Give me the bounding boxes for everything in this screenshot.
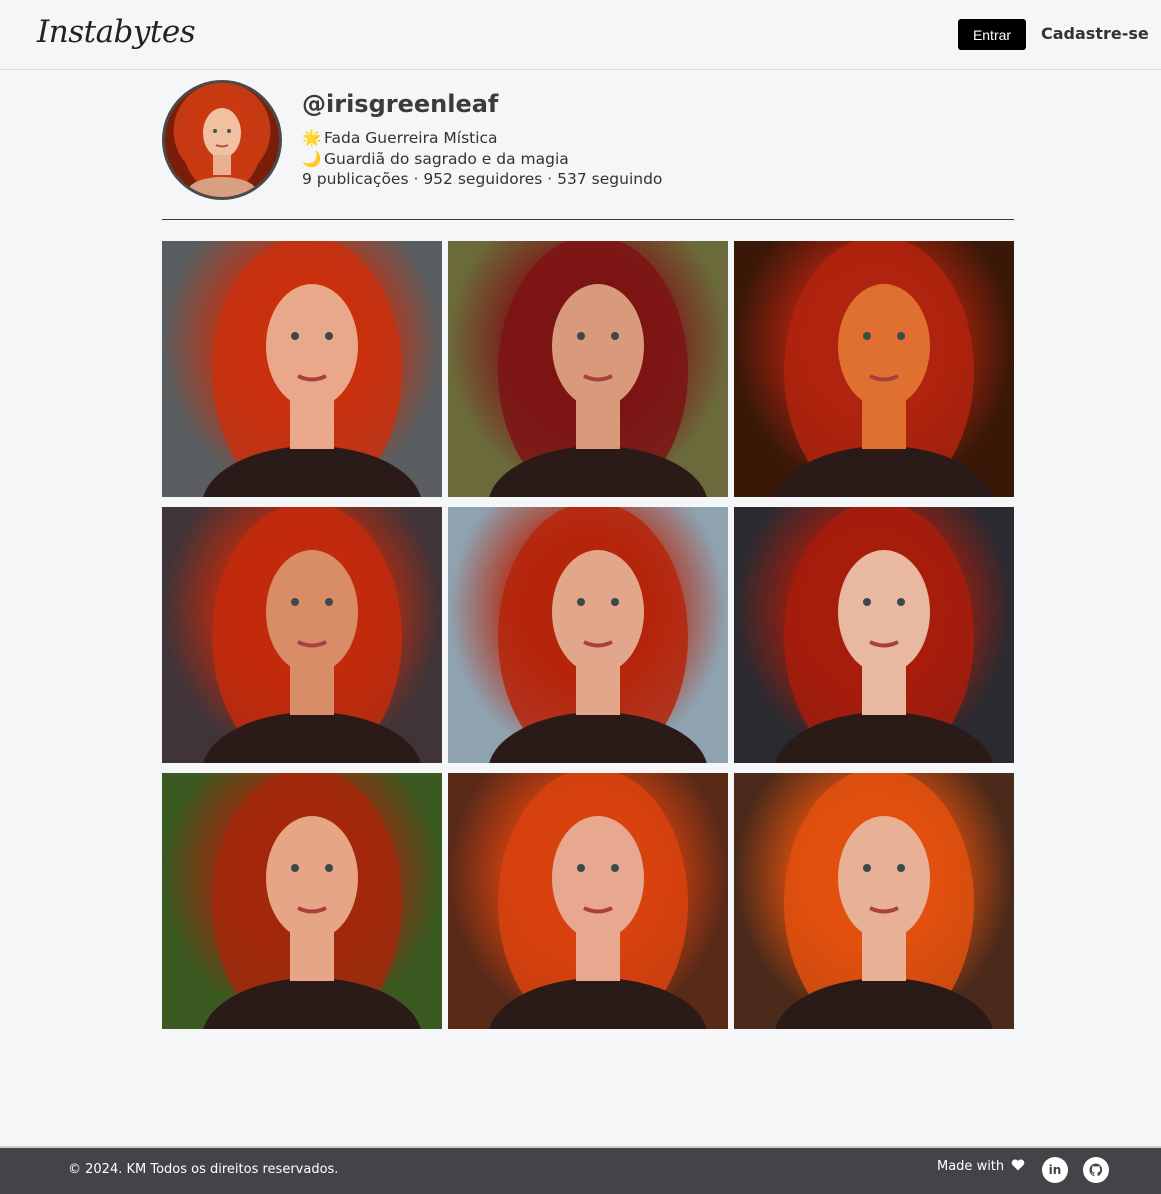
profile-username: @irisgreenleaf	[302, 90, 499, 118]
sparkle-icon: 🌟	[302, 129, 322, 147]
portrait-icon	[203, 507, 421, 763]
github-icon[interactable]	[1083, 1157, 1109, 1183]
portrait-icon	[489, 241, 707, 497]
linkedin-icon[interactable]: in	[1042, 1157, 1068, 1183]
post-image[interactable]	[448, 507, 728, 763]
made-with-label: Made with	[937, 1159, 1005, 1174]
app-logo[interactable]: Instabytes	[37, 14, 196, 50]
signup-link[interactable]: Cadastre-se	[1041, 24, 1149, 43]
portrait-icon	[775, 773, 993, 1029]
bio-line-1: 🌟 Fada Guerreira Mística	[302, 129, 498, 147]
profile-avatar[interactable]	[162, 80, 282, 200]
portrait-icon	[203, 773, 421, 1029]
bio-line-2: 🌙 Guardiã do sagrado e da magia	[302, 150, 569, 168]
portrait-icon	[775, 241, 993, 497]
portrait-icon	[489, 507, 707, 763]
post-image[interactable]	[734, 773, 1014, 1029]
post-image[interactable]	[448, 241, 728, 497]
bio-text-1: Fada Guerreira Mística	[324, 129, 498, 147]
profile-divider	[162, 219, 1014, 220]
post-image[interactable]	[162, 773, 442, 1029]
post-image[interactable]	[734, 507, 1014, 763]
portrait-icon	[775, 507, 993, 763]
top-navbar: Instabytes Entrar Cadastre-se	[0, 0, 1161, 70]
post-image[interactable]	[162, 241, 442, 497]
footer: © 2024. KM Todos os direitos reservados.…	[0, 1146, 1161, 1194]
heart-icon	[1012, 1159, 1025, 1171]
post-image[interactable]	[734, 241, 1014, 497]
profile-stats: 9 publicações · 952 seguidores · 537 seg…	[302, 170, 663, 188]
moon-icon: 🌙	[302, 150, 322, 168]
avatar-portrait-icon	[182, 89, 262, 197]
post-image[interactable]	[162, 507, 442, 763]
portrait-icon	[203, 241, 421, 497]
post-grid	[162, 241, 1014, 1029]
bio-text-2: Guardiã do sagrado e da magia	[324, 150, 569, 168]
post-image[interactable]	[448, 773, 728, 1029]
portrait-icon	[489, 773, 707, 1029]
copyright-text: © 2024. KM Todos os direitos reservados.	[68, 1162, 339, 1177]
login-button[interactable]: Entrar	[958, 19, 1026, 50]
made-with-text: Made with	[937, 1159, 1025, 1174]
